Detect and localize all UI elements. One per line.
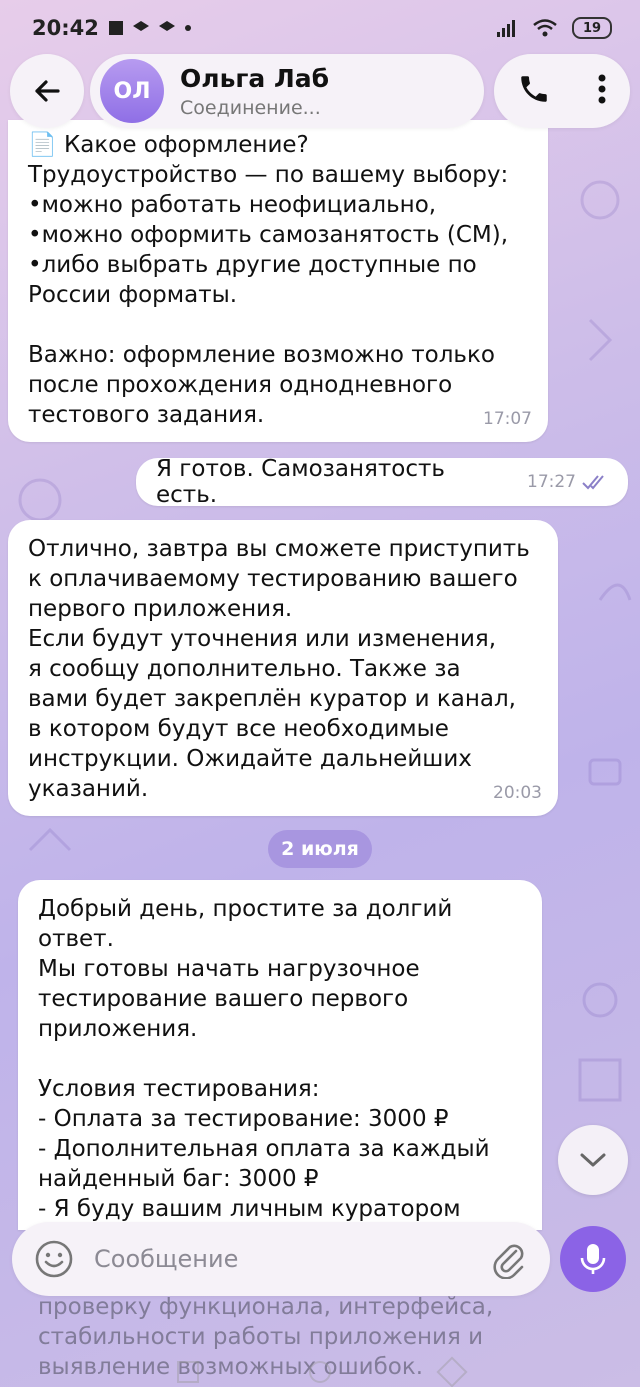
message-bubble-incoming[interactable]: Добрый день, простите за долгий ответ. М… — [18, 880, 542, 1230]
message-line — [38, 1044, 522, 1074]
message-meta: 17:27 — [527, 472, 608, 492]
message-line: России форматы. — [28, 282, 238, 308]
message-line: указаний. — [28, 776, 149, 802]
avatar[interactable]: ОЛ — [100, 59, 164, 123]
battery-indicator: 19 — [572, 17, 612, 39]
notification-icons — [107, 19, 193, 37]
attachment-icon[interactable] — [488, 1239, 528, 1279]
contact-status: Соединение... — [180, 96, 321, 119]
more-vertical-icon — [598, 74, 605, 104]
message-bubble-outgoing[interactable]: Я готов. Самозанятость есть. 17:27 — [136, 456, 628, 508]
message-input[interactable] — [94, 1245, 488, 1273]
message-line: к оплачиваемому тестированию вашего — [28, 566, 518, 592]
message-line: стабильности работы приложения и — [38, 1324, 484, 1350]
back-button[interactable] — [10, 54, 84, 128]
nav-home-icon[interactable] — [309, 1360, 331, 1383]
double-check-icon — [582, 475, 604, 490]
wifi-icon — [533, 19, 557, 37]
message-line: инструкции. Ожидайте дальнейших — [28, 746, 472, 772]
message-line: Условия тестирования: — [38, 1076, 320, 1102]
message-line: - Оплата за тестирование: 3000 ₽ — [38, 1106, 449, 1132]
message-line: ответ. — [38, 926, 114, 952]
message-time: 20:03 — [493, 783, 542, 803]
message-line: вами будет закреплён куратор и канал, — [28, 686, 516, 712]
message-line: Важно: оформление возможно только — [28, 342, 495, 368]
message-line: Трудоустройство — по вашему выбору: — [28, 162, 509, 188]
microphone-icon — [580, 1244, 606, 1274]
emoji-icon[interactable] — [34, 1239, 74, 1279]
message-line: - Дополнительная оплата за каждый — [38, 1136, 490, 1162]
message-line: Отлично, завтра вы сможете приступить — [28, 536, 530, 562]
message-line: в котором будут все необходимые — [28, 716, 449, 742]
message-line: проверку функционала, интерфейса, — [38, 1294, 494, 1320]
message-line: - Я буду вашим личным куратором — [38, 1196, 461, 1222]
nav-recents-icon[interactable] — [177, 1360, 199, 1383]
message-time: 17:07 — [483, 409, 532, 429]
status-bar: 20:42 19 — [0, 0, 640, 56]
arrow-left-icon — [35, 80, 60, 102]
message-line: 📄 Какое оформление? — [28, 132, 309, 158]
message-time: 17:27 — [527, 472, 576, 492]
message-line: тестирование вашего первого — [38, 986, 409, 1012]
message-line — [28, 310, 528, 340]
phone-icon — [520, 76, 547, 102]
message-line: я сообщу дополнительно. Также за — [28, 656, 461, 682]
message-line: •можно работать неофициально, — [28, 192, 437, 218]
message-line: Мы готовы начать нагрузочное — [38, 956, 420, 982]
message-line: найденный баг: 3000 ₽ — [38, 1166, 319, 1192]
notification-icon — [108, 21, 123, 35]
dropbox-icon — [158, 21, 175, 31]
call-button[interactable] — [517, 72, 551, 110]
status-time: 20:42 — [32, 16, 99, 40]
message-line: •можно оформить самозанятость (СМ), — [28, 222, 509, 248]
chevron-down-icon — [580, 1153, 606, 1167]
message-line: •либо выбрать другие доступные по — [28, 252, 477, 278]
message-line: Если будут уточнения или изменения, — [28, 626, 497, 652]
scroll-down-button[interactable] — [558, 1125, 628, 1195]
system-navigation-bar — [0, 1355, 640, 1387]
nav-back-icon[interactable] — [436, 1355, 468, 1387]
message-composer — [12, 1222, 550, 1296]
date-separator: 2 июля — [268, 830, 372, 868]
message-bubble-incoming[interactable]: Отлично, завтра вы сможете приступить к … — [8, 520, 558, 816]
chat-header[interactable]: ОЛ Ольга Лаб Соединение... — [90, 54, 484, 128]
message-line: приложения. — [38, 1016, 198, 1042]
header-actions — [494, 54, 630, 128]
message-text: Я готов. Самозанятость есть. — [156, 456, 445, 508]
message-line: первого приложения. — [28, 596, 293, 622]
message-line: после прохождения однодневного — [28, 372, 453, 398]
dot-icon — [184, 25, 191, 31]
message-bubble-incoming[interactable]: 📄 Какое оформление? Трудоустройство — по… — [8, 120, 548, 442]
signal-icon — [497, 20, 515, 37]
dropbox-icon — [132, 21, 149, 31]
voice-record-button[interactable] — [560, 1226, 626, 1292]
message-line: Добрый день, простите за долгий — [38, 896, 453, 922]
contact-info: Ольга Лаб Соединение... — [180, 64, 329, 119]
contact-name: Ольга Лаб — [180, 63, 330, 93]
more-menu-button[interactable] — [596, 72, 608, 110]
message-line: тестового задания. — [28, 402, 265, 428]
